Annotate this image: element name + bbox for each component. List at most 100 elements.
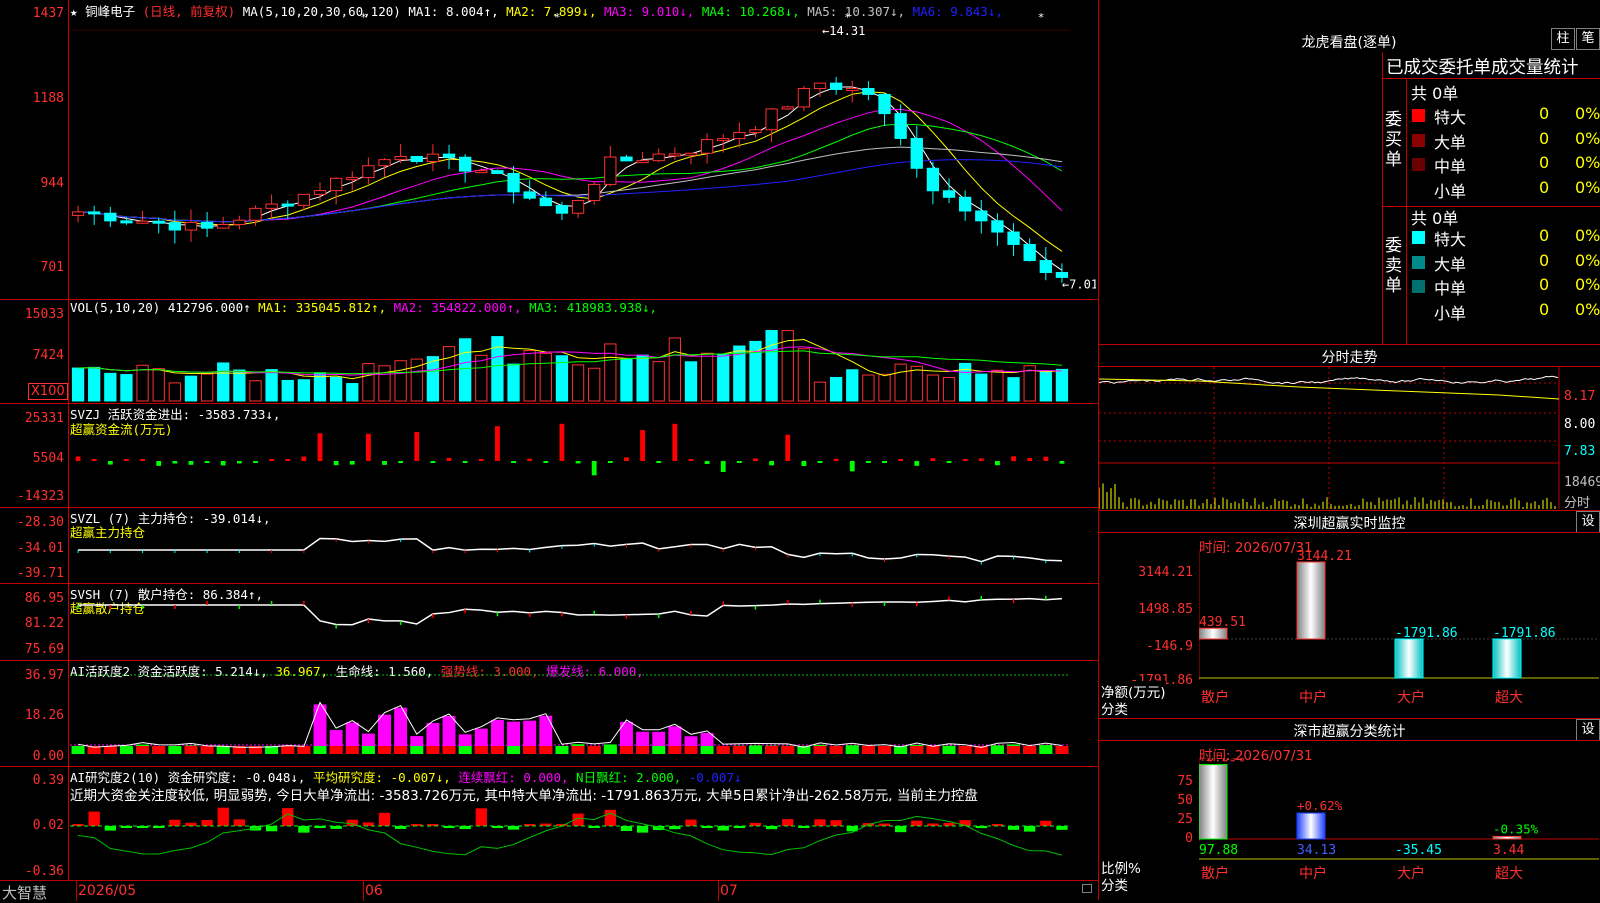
ai-activity-base-bar — [942, 746, 956, 754]
column-mode-button[interactable]: 柱 — [1551, 28, 1575, 50]
svsh-line[interactable] — [70, 583, 1096, 659]
volume-bar — [604, 343, 617, 402]
order-count: 0 — [1539, 128, 1550, 148]
ai-research-panel[interactable]: AI研究度2(10) 资金研究度: -0.048↓, 平均研究度: -0.007… — [0, 766, 1098, 881]
classify-panel[interactable]: 深市超赢分类统计 设 时间: 2026/07/31 75 50 25 0 比例%… — [1099, 718, 1600, 900]
volume-bar — [652, 361, 665, 402]
monitor-settings-button[interactable]: 设 — [1576, 511, 1600, 533]
candle-body — [507, 172, 520, 193]
svzj-panel[interactable]: SVZJ 活跃资金进出: -3583.733↓, 超赢资金流(万元) 25331… — [0, 403, 1098, 508]
ai-activity-base-bar — [571, 746, 585, 754]
candle-body — [636, 160, 649, 164]
svzj-bar — [785, 434, 791, 461]
svzj-bar — [817, 461, 823, 463]
ai-research-bar — [475, 808, 487, 826]
volume-bar — [829, 376, 843, 402]
svzj-bar — [204, 461, 210, 463]
longhu-panel[interactable]: 龙虎看盘(逐单) 柱 笔 已成交委托单成交量统计 委买单 委卖单 共 0单 共 … — [1099, 0, 1600, 345]
ai-activity-base-bar — [1039, 746, 1053, 754]
intraday-chart[interactable] — [1099, 367, 1600, 509]
ai-research-bars[interactable] — [70, 766, 1096, 879]
ai-activity-base-bar — [490, 746, 504, 754]
svzj-bar — [495, 426, 500, 461]
candlestick-chart[interactable]: ←14.31 ←7.01 * * * * — [70, 12, 1096, 297]
classify-category-label: 大户 — [1397, 865, 1425, 882]
order-pct: 0% — [1575, 250, 1600, 270]
ai-research-bar — [104, 826, 116, 831]
tick-mode-button[interactable]: 笔 — [1576, 28, 1600, 50]
price-panel[interactable]: ★ 铜峰电子 (日线, 前复权) MA(5,10,20,30,60,120) M… — [0, 0, 1098, 300]
volume-bars[interactable] — [70, 313, 1096, 402]
candle-body — [878, 93, 891, 115]
classify-settings-button[interactable]: 设 — [1576, 719, 1600, 741]
volume-bar — [249, 380, 262, 402]
svzl-axis-3: -39.71 — [17, 566, 64, 581]
lock-icon[interactable] — [1082, 884, 1092, 893]
candle-body — [442, 153, 456, 158]
volume-bar — [571, 364, 585, 402]
candle-body — [652, 153, 665, 162]
intraday-axis-1: 8.17 — [1564, 389, 1596, 404]
order-count: 0 — [1539, 177, 1550, 197]
ai-res-axis-2: 0.02 — [32, 818, 64, 833]
volume-bar — [426, 356, 440, 402]
monitor-bar-chart[interactable]: 439.51 散户 3144.21 中户 -1791.86 大户 -1791.86 超大 — [1199, 550, 1599, 717]
svzj-bar — [882, 461, 887, 463]
buy-total: 共 0单 — [1411, 84, 1459, 103]
volume-bar — [104, 372, 117, 402]
candle-body — [717, 138, 730, 142]
svzj-axis-2: 5504 — [32, 451, 64, 466]
ai-activity-base-bar — [458, 746, 472, 754]
order-pct: 0% — [1575, 128, 1600, 148]
monitor-panel[interactable]: 深圳超赢实时监控 设 时间: 2026/07/31 3144.21 1498.8… — [1099, 510, 1600, 719]
volume-bar — [297, 379, 311, 402]
svzj-bar — [285, 459, 291, 461]
candle-body — [910, 137, 923, 169]
classify-axis-3: 25 — [1177, 812, 1193, 827]
longhu-subtitle: 已成交委托单成交量统计 — [1386, 58, 1579, 78]
svsh-panel[interactable]: SVSH (7) 散户持仓: 86.384↑, 超赢散户持仓 86.95 81.… — [0, 583, 1098, 661]
svzj-bar — [849, 461, 855, 472]
candle-body — [846, 87, 859, 91]
order-size-label: 中单 — [1434, 157, 1467, 176]
order-swatch — [1412, 182, 1425, 196]
svzj-bars[interactable] — [70, 403, 1096, 506]
classify-bar-chart[interactable]: +0.09% 97.88 散户 +0.62% 34.13 中户 -35.45 大户 -0.35%… — [1199, 758, 1599, 900]
svzl-panel[interactable]: SVZL (7) 主力持仓: -39.014↓, 超赢主力持仓 -28.30 -… — [0, 507, 1098, 584]
volume-bar — [152, 368, 165, 402]
ai-activity-base-bar — [523, 746, 537, 754]
volume-panel[interactable]: VOL(5,10,20) 412796.000↑ MA1: 335045.812… — [0, 299, 1098, 404]
candle-body — [1039, 260, 1052, 273]
ai-activity-base-bar — [345, 746, 359, 754]
ai-research-bar — [1056, 826, 1068, 830]
svzl-line — [78, 537, 1062, 563]
monitor-bar-超大 — [1492, 638, 1522, 679]
candle-body — [539, 197, 552, 207]
ai-activity-base-bar — [394, 746, 408, 754]
candle-body — [217, 224, 230, 229]
date-axis: 大智慧 2026/05 06 07 — [0, 880, 1098, 902]
intraday-panel[interactable]: 分时走势 8.17 8.00 7.83 18469 分时 — [1099, 344, 1600, 511]
candle-body — [926, 167, 940, 192]
ai-research-bar — [233, 819, 245, 826]
order-pct: 0% — [1575, 177, 1600, 197]
ai-research-bar — [717, 826, 729, 831]
svzj-bar — [446, 457, 452, 461]
volume-bar — [910, 365, 923, 402]
ai-activity-bars[interactable] — [70, 660, 1096, 765]
ai-research-bar — [911, 820, 923, 826]
order-swatch — [1412, 280, 1425, 293]
ai-activity-base-bar — [361, 746, 375, 754]
ai-activity-base-bar — [845, 746, 859, 754]
star-marker: * — [360, 12, 367, 24]
monitor-category-label: 大户 — [1397, 689, 1425, 706]
classify-x-label: 分类 — [1101, 878, 1128, 894]
order-size-label: 大单 — [1434, 132, 1467, 152]
volume-bar — [200, 373, 214, 402]
svzj-bar — [382, 461, 387, 465]
svzj-bar — [107, 461, 113, 465]
ai-activity-panel[interactable]: AI活跃度2 资金活跃度: 5.214↓, 36.967, 生命线: 1.560… — [0, 660, 1098, 767]
volume-axis-1: 15033 — [24, 307, 64, 322]
svzl-line[interactable] — [70, 507, 1096, 582]
volume-bar — [346, 383, 359, 402]
